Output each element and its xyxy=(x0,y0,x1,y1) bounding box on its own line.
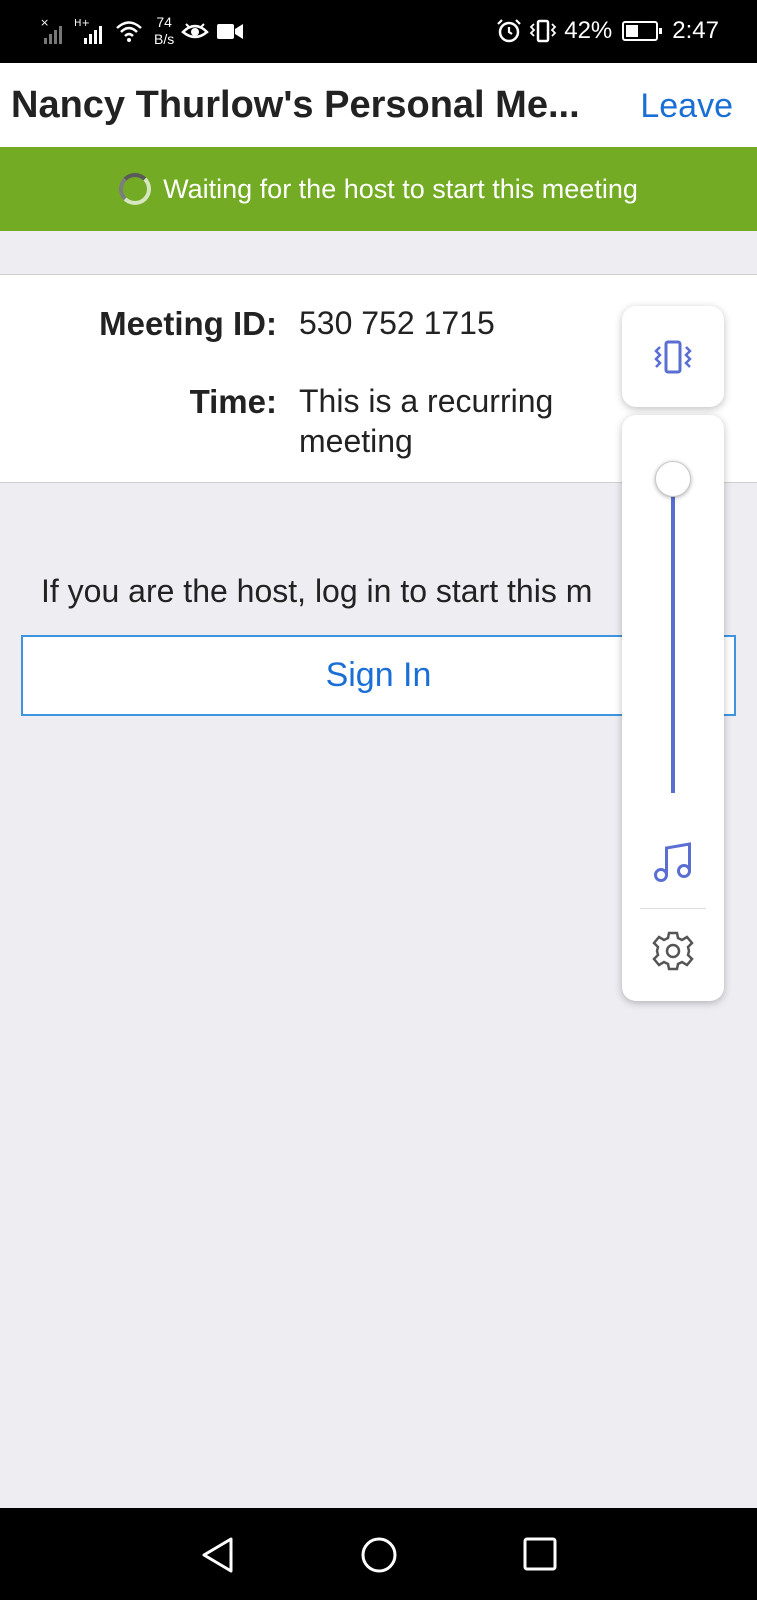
panel-divider xyxy=(640,908,706,909)
eye-icon xyxy=(181,23,210,39)
media-volume-button[interactable] xyxy=(652,840,694,889)
vibrate-icon xyxy=(654,340,692,373)
navigation-bar xyxy=(0,1508,757,1600)
back-button[interactable] xyxy=(200,1536,236,1579)
host-login-prompt: If you are the host, log in to start thi… xyxy=(41,573,593,609)
sim2-signal-icon: H+ xyxy=(74,18,102,44)
ringer-mode-button[interactable] xyxy=(622,306,724,407)
video-camera-icon xyxy=(217,24,244,39)
volume-panel xyxy=(622,415,724,1001)
recents-square-icon xyxy=(523,1537,557,1571)
leave-button[interactable]: Leave xyxy=(640,87,733,126)
battery-fill xyxy=(626,25,639,37)
time-value: This is a recurring meeting xyxy=(299,383,554,459)
status-bar: × H+ 74 B/s 42% 2:47 xyxy=(0,0,757,63)
recents-button[interactable] xyxy=(522,1536,558,1577)
volume-settings-button[interactable] xyxy=(652,930,694,977)
home-circle-icon xyxy=(361,1537,397,1573)
back-triangle-icon xyxy=(202,1537,233,1573)
net-speed-unit: B/s xyxy=(154,31,175,47)
meeting-title: Nancy Thurlow's Personal Me... xyxy=(11,84,580,126)
time-label: Time: xyxy=(189,383,277,420)
gear-icon xyxy=(652,931,694,971)
waiting-message: Waiting for the host to start this meeti… xyxy=(163,173,638,204)
svg-text:H+: H+ xyxy=(74,18,90,29)
network-speed: 74 B/s xyxy=(154,14,174,48)
battery-percent: 42% xyxy=(564,17,613,44)
volume-slider[interactable] xyxy=(671,479,675,793)
clock-time: 2:47 xyxy=(672,17,719,44)
wifi-icon xyxy=(116,21,142,42)
sim1-no-signal-icon: × xyxy=(40,16,62,44)
alarm-clock-icon xyxy=(497,19,522,43)
music-note-icon xyxy=(654,842,691,882)
svg-text:×: × xyxy=(40,16,49,29)
net-speed-value: 74 xyxy=(156,14,172,30)
waiting-banner: Waiting for the host to start this meeti… xyxy=(0,147,757,231)
meeting-id-value: 530 752 1715 xyxy=(299,305,495,341)
loading-spinner-icon xyxy=(119,173,152,205)
meeting-id-label: Meeting ID: xyxy=(99,305,277,342)
volume-slider-fill xyxy=(671,479,675,793)
volume-slider-thumb[interactable] xyxy=(655,461,691,497)
home-button[interactable] xyxy=(360,1536,398,1579)
vibrate-status-icon xyxy=(529,19,557,43)
meeting-header: Nancy Thurlow's Personal Me... Leave xyxy=(0,63,757,147)
battery-icon xyxy=(622,21,663,41)
